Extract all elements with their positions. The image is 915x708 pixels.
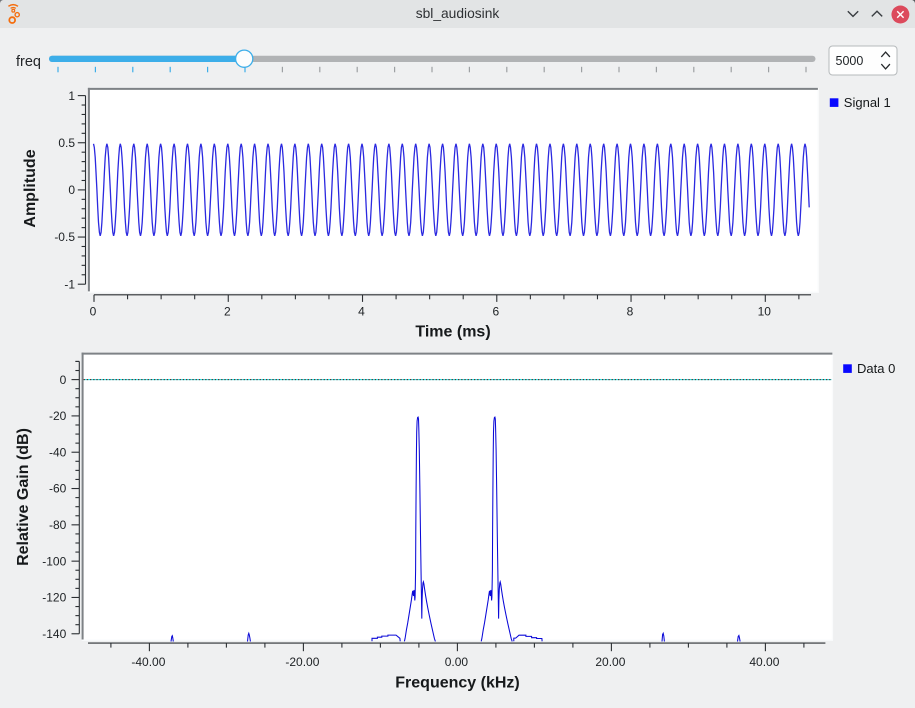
- svg-text:-100: -100: [42, 554, 66, 568]
- svg-text:Signal 1: Signal 1: [844, 95, 891, 110]
- svg-text:0: 0: [90, 304, 97, 318]
- svg-text:-140: -140: [42, 627, 66, 641]
- svg-text:Frequency (kHz): Frequency (kHz): [395, 674, 519, 691]
- svg-text:4: 4: [358, 304, 365, 318]
- svg-text:-120: -120: [42, 591, 66, 605]
- svg-text:-80: -80: [49, 518, 67, 532]
- svg-text:40.00: 40.00: [749, 655, 779, 669]
- svg-text:-40: -40: [49, 445, 67, 459]
- svg-text:0: 0: [60, 373, 67, 387]
- svg-text:6: 6: [492, 304, 499, 318]
- svg-text:Relative Gain (dB): Relative Gain (dB): [15, 428, 32, 566]
- svg-text:8: 8: [627, 304, 634, 318]
- svg-text:10: 10: [758, 304, 772, 318]
- svg-text:-0.5: -0.5: [54, 230, 75, 244]
- svg-text:Time (ms): Time (ms): [415, 323, 490, 340]
- svg-text:Data 0: Data 0: [857, 361, 895, 376]
- svg-text:-20.00: -20.00: [285, 655, 319, 669]
- svg-text:1: 1: [68, 89, 75, 103]
- svg-text:0: 0: [68, 183, 75, 197]
- svg-text:5000: 5000: [836, 54, 864, 68]
- svg-text:-1: -1: [64, 277, 75, 291]
- svg-text:Amplitude: Amplitude: [22, 149, 39, 227]
- svg-text:0.5: 0.5: [58, 136, 75, 150]
- svg-text:-40.00: -40.00: [131, 655, 165, 669]
- svg-text:2: 2: [224, 304, 231, 318]
- svg-text:0.00: 0.00: [445, 655, 469, 669]
- svg-text:20.00: 20.00: [595, 655, 625, 669]
- svg-text:-60: -60: [49, 482, 67, 496]
- svg-text:-20: -20: [49, 409, 67, 423]
